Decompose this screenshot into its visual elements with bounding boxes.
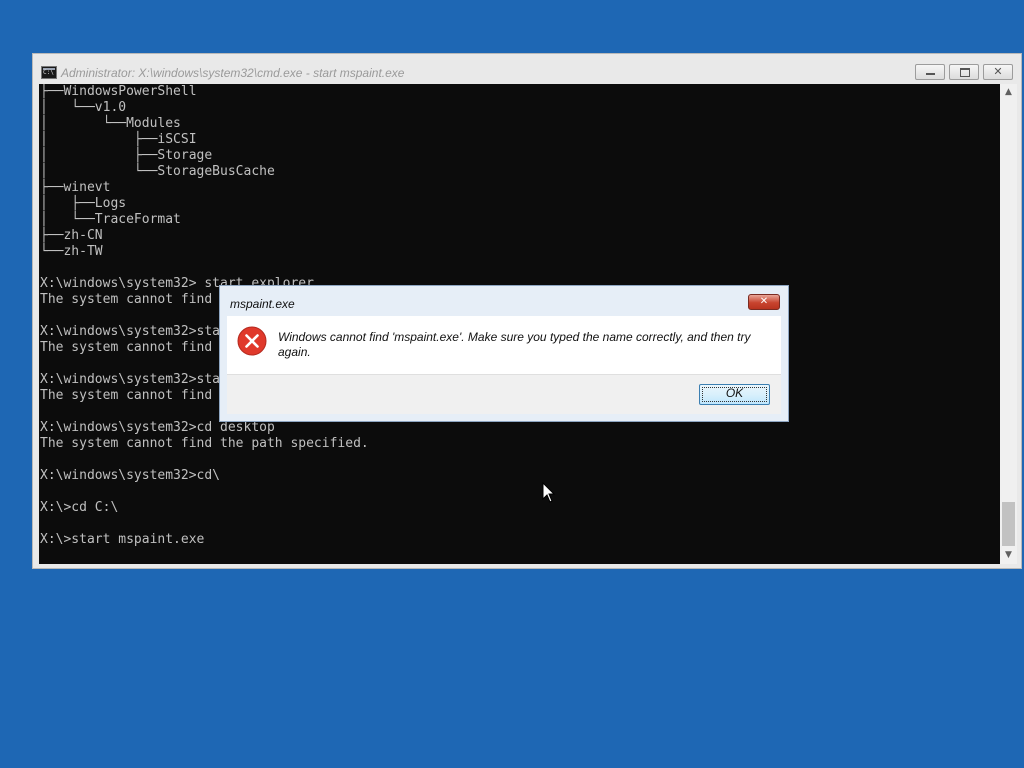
console-line: X:\windows\system32>cd desktop (40, 420, 275, 435)
console-line: └──zh-TW (40, 244, 103, 259)
dialog-titlebar[interactable]: mspaint.exe ✕ (220, 286, 788, 316)
minimize-button[interactable] (915, 64, 945, 80)
scroll-thumb[interactable] (1002, 502, 1015, 546)
dialog-footer: OK (227, 374, 781, 414)
desktop-background: Administrator: X:\windows\system32\cmd.e… (0, 0, 1024, 768)
maximize-button[interactable] (949, 64, 979, 80)
console-line: X:\>start mspaint.exe (40, 532, 205, 547)
console-line: X:\>cd C:\ (40, 500, 119, 515)
ok-button[interactable]: OK (699, 384, 770, 405)
dialog-title: mspaint.exe (230, 297, 295, 311)
command-prompt-icon[interactable] (41, 66, 57, 79)
cmd-window-title: Administrator: X:\windows\system32\cmd.e… (61, 66, 405, 80)
dialog-body: Windows cannot find 'mspaint.exe'. Make … (227, 316, 781, 374)
cmd-titlebar[interactable]: Administrator: X:\windows\system32\cmd.e… (33, 54, 1021, 84)
console-line: │ └──v1.0 (40, 100, 127, 115)
console-line: │ ├──Storage (40, 148, 213, 163)
console-line: │ ├──iSCSI (40, 132, 197, 147)
console-line: ├──zh-CN (40, 228, 103, 243)
scroll-down-arrow-icon[interactable]: ▼ (1000, 547, 1017, 564)
dialog-close-button[interactable]: ✕ (748, 294, 780, 310)
mouse-pointer-icon (542, 482, 556, 503)
console-line: ├──WindowsPowerShell (40, 84, 197, 99)
close-button[interactable] (983, 64, 1013, 80)
console-line: │ └──TraceFormat (40, 212, 181, 227)
console-line: The system cannot find the path specifie… (40, 436, 369, 451)
error-dialog: mspaint.exe ✕ Windows cannot find 'mspai… (219, 285, 789, 422)
dialog-message: Windows cannot find 'mspaint.exe'. Make … (278, 330, 751, 359)
console-line: │ └──StorageBusCache (40, 164, 275, 179)
vertical-scrollbar[interactable]: ▲ ▼ (1000, 84, 1017, 564)
console-line: │ └──Modules (40, 116, 181, 131)
console-line: X:\windows\system32>cd\ (40, 468, 221, 483)
scroll-up-arrow-icon[interactable]: ▲ (1000, 84, 1017, 101)
console-line: ├──winevt (40, 180, 111, 195)
console-line: │ ├──Logs (40, 196, 127, 211)
error-icon (237, 326, 267, 356)
